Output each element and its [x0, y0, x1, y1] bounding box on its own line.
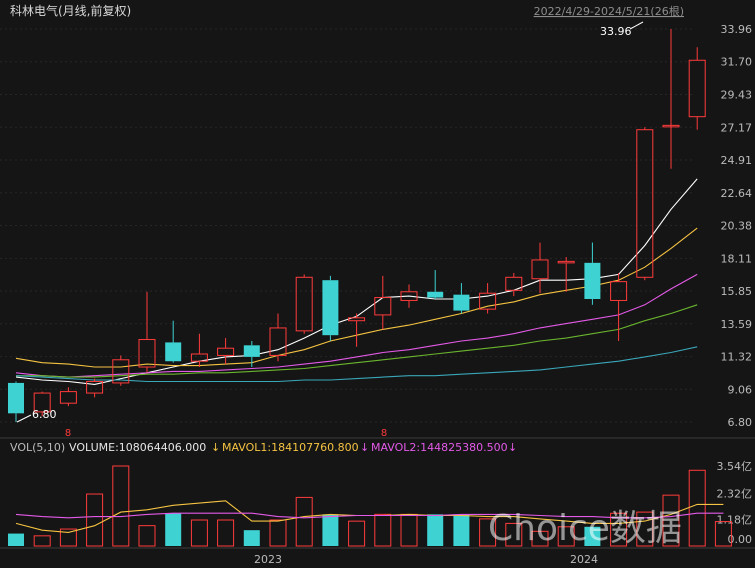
price-tick-label: 29.43 [721, 89, 753, 102]
volume-bar [453, 514, 470, 546]
candle-body [453, 294, 470, 311]
candle [59, 387, 77, 407]
volume-bar [400, 513, 418, 547]
candle-body [165, 342, 182, 362]
price-tick-label: 15.85 [721, 285, 753, 298]
price-tick-label: 22.64 [721, 187, 753, 200]
mavol1-value: MAVOL1:184107760.800 [222, 441, 359, 454]
candle-body [584, 262, 601, 300]
candle-body [243, 345, 260, 357]
watermark: Choice数据 [488, 508, 682, 549]
volume-bar [138, 525, 156, 547]
candle [322, 275, 339, 341]
low-price-arrow [16, 414, 32, 423]
candle-body [217, 347, 235, 356]
candle [86, 378, 104, 398]
event-marker: 8 [65, 428, 71, 439]
candle [295, 274, 313, 334]
low-price-label: 6.80 [32, 408, 57, 421]
x-axis-label-2023: 2023 [254, 553, 282, 566]
volume-bar [165, 513, 182, 546]
volume-bar [295, 496, 313, 547]
candle [662, 29, 680, 169]
candle [217, 338, 235, 365]
candle-body [322, 280, 339, 336]
price-tick-label: 18.11 [721, 252, 753, 265]
candle [8, 381, 24, 422]
x-axis-label-2024: 2024 [570, 553, 598, 566]
event-marker: 8 [381, 428, 387, 439]
volume-label: VOL(5,10) [10, 441, 65, 454]
candle [453, 283, 470, 314]
price-tick-label: 6.80 [728, 416, 753, 429]
volume-bar [33, 535, 51, 547]
volume-bar [190, 519, 208, 547]
volume-bar [348, 520, 366, 547]
stock-chart: 科林电气(月线,前复权) 2022/4/29-2024/5/21(26根) 33… [0, 3, 755, 566]
volume-tick-label: 2.32亿 [717, 488, 753, 501]
candle-body [610, 281, 628, 301]
price-tick-label: 11.32 [721, 351, 753, 364]
price-tick-label: 31.70 [721, 56, 753, 69]
candle [557, 257, 575, 292]
price-tick-label: 24.91 [721, 154, 753, 167]
mavol1-arrow: ↓ [211, 441, 220, 454]
price-tick-label: 27.17 [721, 121, 753, 134]
candle-body [138, 339, 156, 368]
high-price-arrow [629, 21, 644, 30]
volume-bar [86, 493, 104, 547]
candle-body [8, 382, 24, 414]
candle-body [427, 291, 444, 298]
volume-bar [269, 519, 287, 547]
mavol2-arrow: ↓ [360, 441, 369, 454]
volume-bar [374, 513, 392, 547]
candle [531, 242, 549, 294]
volume-bar [322, 514, 339, 546]
candle [138, 291, 156, 373]
volume-bar [243, 530, 260, 546]
candle [112, 355, 130, 386]
volume-bar [8, 533, 24, 546]
volume-tick-label: 1.18亿 [717, 513, 753, 526]
volume-bar [688, 469, 706, 547]
candle-body [59, 391, 77, 404]
candle [584, 242, 601, 305]
candle [374, 275, 392, 330]
volume-bar [112, 465, 130, 547]
candle-body [636, 129, 654, 278]
volume-axis: 3.54亿2.32亿1.18亿0.00 [717, 460, 753, 546]
candle [165, 320, 182, 363]
chart-title: 科林电气(月线,前复权) [10, 3, 131, 18]
high-price-label: 33.96 [600, 25, 632, 38]
date-range[interactable]: 2022/4/29-2024/5/21(26根) [534, 4, 684, 18]
volume-bar [427, 514, 444, 546]
candle [505, 272, 523, 297]
price-tick-label: 20.38 [721, 220, 753, 233]
markers: 88 [65, 428, 387, 439]
candle-body [688, 59, 706, 118]
candle-body [295, 276, 313, 332]
candle [427, 270, 444, 300]
mavol2-value: MAVOL2:144825380.500 [371, 441, 508, 454]
volume-tick-label: 3.54亿 [717, 460, 753, 473]
price-tick-label: 13.59 [721, 318, 753, 331]
mavol2-arrow-end: ↓ [508, 441, 517, 454]
candle-body [531, 259, 549, 280]
candle [688, 47, 706, 130]
volume-bar [217, 519, 235, 547]
volume-value: VOLUME:108064406.000 [69, 441, 206, 454]
candle-body [348, 317, 366, 322]
candle [636, 127, 654, 281]
price-tick-label: 9.06 [728, 383, 753, 396]
candle-body [374, 297, 392, 316]
candle-body [557, 260, 575, 264]
candle [479, 283, 497, 314]
price-tick-label: 33.96 [721, 23, 753, 36]
